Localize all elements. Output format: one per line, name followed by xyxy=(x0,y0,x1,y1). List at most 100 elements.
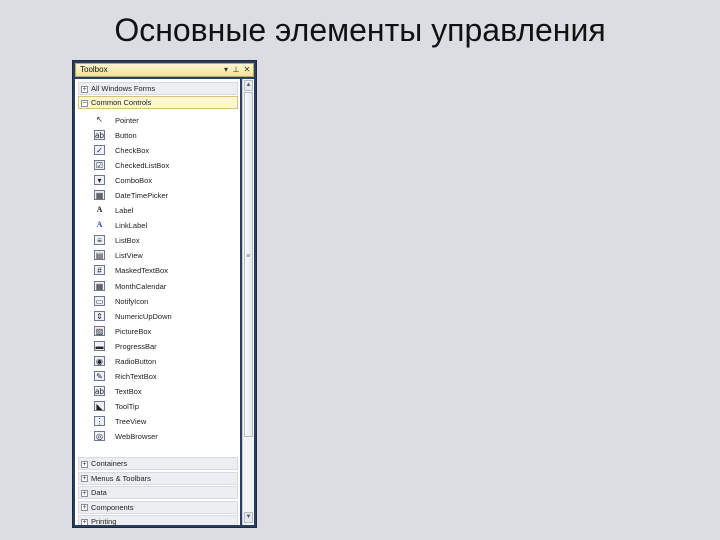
vertical-scrollbar[interactable]: ▲ ≡ ▼ xyxy=(242,79,254,525)
item-label: TextBox xyxy=(115,386,142,396)
toolbox-item-progressbar[interactable]: ▬ ProgressBar xyxy=(75,339,240,354)
toolbox-panel: Toolbox ▾ ⊥ ✕ + All Windows Forms − Common… xyxy=(72,60,257,528)
toolbox-item-richtextbox[interactable]: ✎ RichTextBox xyxy=(75,369,240,384)
checkbox-icon: ✓ xyxy=(94,145,105,156)
toolbox-item-monthcalendar[interactable]: ▦ MonthCalendar xyxy=(75,279,240,294)
treeview-icon: ⋮ xyxy=(94,415,105,426)
toolbox-item-numericupdown[interactable]: ⇕ NumericUpDown xyxy=(75,309,240,324)
monthcalendar-icon: ▦ xyxy=(94,280,105,291)
group-containers[interactable]: + Containers xyxy=(78,457,238,470)
item-label: ToolTip xyxy=(115,401,139,411)
toolbox-item-combobox[interactable]: ▾ ComboBox xyxy=(75,173,240,188)
numericupdown-icon: ⇕ xyxy=(94,310,105,321)
item-label: NotifyIcon xyxy=(115,296,149,306)
item-label: ComboBox xyxy=(115,176,153,186)
textbox-icon: ab xyxy=(94,385,105,396)
toolbox-item-maskedtextbox[interactable]: # MaskedTextBox xyxy=(75,263,240,278)
group-label: Data xyxy=(91,488,107,497)
expand-icon[interactable]: + xyxy=(81,475,88,483)
close-icon[interactable]: ✕ xyxy=(242,64,252,76)
toolbox-item-notifyicon[interactable]: ▭ NotifyIcon xyxy=(75,294,240,309)
progressbar-icon: ▬ xyxy=(94,340,105,351)
group-label: All Windows Forms xyxy=(91,84,156,93)
combobox-icon: ▾ xyxy=(94,175,105,186)
grip-icon: ≡ xyxy=(246,253,251,260)
expand-icon[interactable]: + xyxy=(81,489,88,497)
toolbox-title: Toolbox xyxy=(80,65,108,74)
item-label: ProgressBar xyxy=(115,341,157,351)
item-label: MonthCalendar xyxy=(115,281,167,291)
listbox-icon: ≡ xyxy=(94,235,105,246)
scroll-up-icon[interactable]: ▲ xyxy=(244,80,253,91)
datetimepicker-icon: ▦ xyxy=(94,190,105,201)
item-label: NumericUpDown xyxy=(115,311,172,321)
group-components[interactable]: + Components xyxy=(78,500,238,514)
pin-icon[interactable]: ⊥ xyxy=(231,64,241,76)
toolbox-item-radiobutton[interactable]: ◉ RadioButton xyxy=(75,354,240,369)
item-label: ListView xyxy=(115,251,143,261)
toolbox-item-pointer[interactable]: ↖ Pointer xyxy=(75,113,240,128)
label-icon: A xyxy=(96,205,103,215)
item-label: LinkLabel xyxy=(115,221,148,231)
item-label: RichTextBox xyxy=(115,371,157,381)
dropdown-icon[interactable]: ▾ xyxy=(221,64,231,76)
linklabel-icon: A xyxy=(96,220,103,230)
scroll-thumb[interactable]: ≡ xyxy=(244,92,253,437)
item-label: TreeView xyxy=(115,416,147,426)
expand-icon[interactable]: + xyxy=(81,518,88,525)
item-label: RadioButton xyxy=(115,356,157,366)
expand-icon[interactable]: + xyxy=(81,504,88,512)
group-label: Common Controls xyxy=(91,98,152,107)
group-label: Containers xyxy=(91,459,128,468)
toolbox-item-treeview[interactable]: ⋮ TreeView xyxy=(75,414,240,429)
group-label: Components xyxy=(91,502,134,512)
tooltip-icon: ◣ xyxy=(94,400,105,411)
richtextbox-icon: ✎ xyxy=(94,370,105,381)
listview-icon: ▤ xyxy=(94,250,105,261)
common-controls-list: ↖ Pointer ab Button ✓ CheckBox ☑ CheckedListBox… xyxy=(75,113,240,444)
item-label: CheckBox xyxy=(115,146,150,156)
toolbox-item-listbox[interactable]: ≡ ListBox xyxy=(75,233,240,248)
toolbox-item-button[interactable]: ab Button xyxy=(75,128,240,143)
item-label: Pointer xyxy=(115,116,139,125)
button-icon: ab xyxy=(94,130,105,141)
toolbox-item-listview[interactable]: ▤ ListView xyxy=(75,248,240,263)
item-label: WebBrowser xyxy=(115,431,158,441)
item-label: Label xyxy=(115,206,134,216)
scroll-down-icon[interactable]: ▼ xyxy=(244,512,253,523)
group-data[interactable]: + Data xyxy=(78,486,238,499)
group-label: Printing xyxy=(91,517,117,525)
toolbox-item-textbox[interactable]: ab TextBox xyxy=(75,384,240,399)
group-printing[interactable]: + Printing xyxy=(78,515,238,525)
pointer-icon: ↖ xyxy=(96,115,103,124)
toolbox-item-webbrowser[interactable]: ◎ WebBrowser xyxy=(75,429,240,444)
toolbox-header[interactable]: Toolbox ▾ ⊥ ✕ xyxy=(75,63,254,77)
slide-title: Основные элементы управления xyxy=(114,12,606,48)
item-label: PictureBox xyxy=(115,326,152,336)
toolbox-body: + All Windows Forms − Common Controls ↖ Poi… xyxy=(75,79,240,525)
toolbox-item-checkedlistbox[interactable]: ☑ CheckedListBox xyxy=(75,158,240,173)
group-label: Menus & Toolbars xyxy=(91,473,151,483)
item-label: MaskedTextBox xyxy=(115,266,168,276)
toolbox-item-picturebox[interactable]: ▨ PictureBox xyxy=(75,324,240,339)
item-label: DateTimePicker xyxy=(115,191,169,201)
toolbox-item-checkbox[interactable]: ✓ CheckBox xyxy=(75,143,240,158)
notifyicon-icon: ▭ xyxy=(94,295,105,306)
toolbox-item-datetimepicker[interactable]: ▦ DateTimePicker xyxy=(75,188,240,203)
toolbox-item-linklabel[interactable]: A LinkLabel xyxy=(75,218,240,233)
group-common-controls[interactable]: − Common Controls xyxy=(78,96,238,109)
expand-icon[interactable]: + xyxy=(81,460,88,468)
collapse-icon[interactable]: − xyxy=(81,99,88,107)
radiobutton-icon: ◉ xyxy=(94,355,105,366)
webbrowser-icon: ◎ xyxy=(94,430,105,441)
expand-icon[interactable]: + xyxy=(81,85,88,93)
item-label: Button xyxy=(115,131,137,141)
group-menus-toolbars[interactable]: + Menus & Toolbars xyxy=(78,471,238,485)
item-label: CheckedListBox xyxy=(115,161,170,171)
checkedlistbox-icon: ☑ xyxy=(94,160,105,171)
maskedtextbox-icon: # xyxy=(94,265,105,276)
toolbox-item-tooltip[interactable]: ◣ ToolTip xyxy=(75,399,240,414)
item-label: ListBox xyxy=(115,236,140,246)
group-all-windows-forms[interactable]: + All Windows Forms xyxy=(78,82,238,95)
toolbox-item-label[interactable]: A Label xyxy=(75,203,240,218)
